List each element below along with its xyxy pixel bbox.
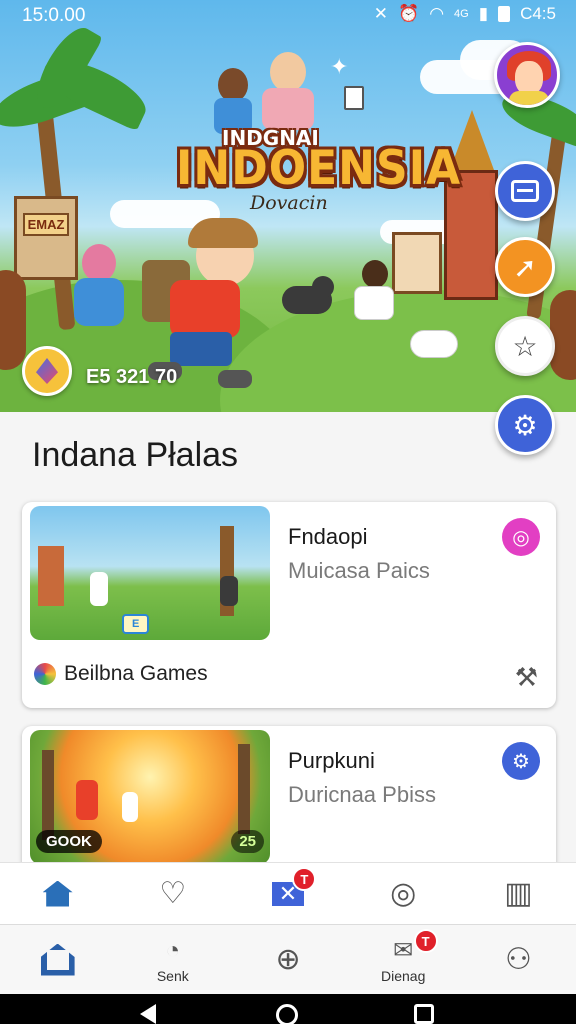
chat-icon[interactable]: ◎ xyxy=(502,518,540,556)
card-subtitle: Duricnaa Pbiss xyxy=(288,782,436,807)
plus-circle-icon: ⊕ xyxy=(275,942,301,976)
recents-icon[interactable] xyxy=(414,1004,434,1024)
character-head xyxy=(218,68,248,102)
guitar-left xyxy=(0,270,26,370)
card-subtitle: Muicasa Paics xyxy=(288,558,430,583)
mute-icon: ✕ xyxy=(373,4,389,23)
house xyxy=(392,232,442,294)
hero-count: E5 321 70 xyxy=(86,366,178,388)
star-icon: ☆ xyxy=(512,330,538,362)
publisher-name: Beilbna Games xyxy=(64,662,208,685)
alarm-icon: ⏰ xyxy=(398,4,420,23)
arrow-icon: ➚ xyxy=(513,251,537,283)
thumb-character xyxy=(122,792,138,822)
boy-shorts xyxy=(170,332,232,366)
tab-home[interactable] xyxy=(0,863,115,924)
card-title[interactable]: Fndaopi xyxy=(288,524,368,550)
back-icon[interactable] xyxy=(140,1004,156,1024)
game-card[interactable]: E Fndaopi Muicasa Paics ◎ Beilbna Games … xyxy=(22,502,556,708)
person-icon: ⚇ xyxy=(504,942,532,976)
thumb-tower xyxy=(38,546,64,606)
card-icon xyxy=(511,180,539,202)
home-button-icon[interactable] xyxy=(276,1004,298,1024)
guitar-right xyxy=(550,290,576,380)
mail-icon: ✉ xyxy=(393,937,414,964)
card-title[interactable]: Purpkuni xyxy=(288,748,375,774)
card-view-button[interactable] xyxy=(495,161,555,221)
thumb-character xyxy=(90,572,108,606)
nav-profile[interactable]: ⚇ xyxy=(461,925,576,994)
favorite-button[interactable]: ☆ xyxy=(495,316,555,376)
home-icon xyxy=(40,943,75,976)
tab-search[interactable]: ◎ xyxy=(346,863,461,924)
wifi-icon: ◠ xyxy=(429,4,445,23)
character-head xyxy=(270,52,306,92)
girl-head xyxy=(82,244,116,282)
notification-badge: T xyxy=(292,867,317,891)
search-icon: ◎ xyxy=(390,876,417,910)
hero-title: INDOENSIA xyxy=(176,140,462,197)
character-body xyxy=(262,88,314,130)
tools-icon[interactable]: ⚒ xyxy=(515,662,538,693)
thumb-character xyxy=(76,780,98,820)
status-icons: ✕ ⏰ ◠ 4G ▮ C4:5 xyxy=(374,4,556,24)
cat-icon: ◔ xyxy=(165,937,181,964)
signal-icon: ▮ xyxy=(478,4,489,23)
game-thumbnail[interactable]: GOOK 25 xyxy=(30,730,270,864)
signal-label: 4G xyxy=(454,8,469,20)
status-time: 15:0.00 xyxy=(22,5,86,26)
boy-shirt xyxy=(170,280,240,338)
battery-text: C4:5 xyxy=(520,4,556,23)
nav-label: Dienag xyxy=(381,968,426,984)
top-tab-bar: ♡ ✕ T ◎ ▥ xyxy=(0,862,576,924)
compass-badge-icon[interactable] xyxy=(22,346,72,396)
building-sign: EMAZ xyxy=(23,213,69,236)
nav-dienag[interactable]: ✉ Dienag T xyxy=(346,925,461,994)
system-navigation-bar xyxy=(0,994,576,1024)
publisher-logo xyxy=(34,663,56,685)
sheep xyxy=(410,330,458,358)
kid-head xyxy=(362,260,388,288)
thumb-palm xyxy=(238,744,250,834)
share-button[interactable]: ➚ xyxy=(495,237,555,297)
app-screen: EMAZ ✦ INDGNAI INDOENSIA Dovacin E5 321 … xyxy=(0,0,576,1024)
sparkle-icon: ✦ xyxy=(330,54,349,79)
thumb-pill: GOOK xyxy=(36,830,102,853)
nav-senk[interactable]: ◔ Senk xyxy=(115,925,230,994)
hero-banner[interactable]: EMAZ ✦ INDGNAI INDOENSIA Dovacin E5 321 … xyxy=(0,0,576,412)
boy-shoe xyxy=(218,370,252,388)
thumb-character xyxy=(220,576,238,606)
thumb-palm xyxy=(42,750,54,840)
boy-hair xyxy=(188,218,258,248)
gear-icon[interactable]: ⚙ xyxy=(502,742,540,780)
tab-library[interactable]: ▥ xyxy=(461,863,576,924)
hero-subtitle: Dovacin xyxy=(250,192,328,214)
nav-add[interactable]: ⊕ xyxy=(230,925,345,994)
nav-label: Senk xyxy=(156,968,189,984)
cup xyxy=(344,86,364,110)
dog-head xyxy=(312,276,334,298)
nav-home[interactable] xyxy=(0,925,115,994)
thumb-label: E xyxy=(122,614,150,634)
kid-shirt xyxy=(354,286,394,320)
girl-body xyxy=(74,278,124,326)
section-title: Indana Płalas xyxy=(32,436,239,474)
settings-button[interactable]: ⚙ xyxy=(495,395,555,455)
publisher-row: Beilbna Games xyxy=(34,662,208,686)
tab-messages[interactable]: ✕ T xyxy=(230,863,345,924)
game-thumbnail[interactable]: E xyxy=(30,506,270,640)
tab-favorites[interactable]: ♡ xyxy=(115,863,230,924)
bottom-tab-bar: ◔ Senk ⊕ ✉ Dienag T ⚇ xyxy=(0,924,576,994)
gear-icon: ⚙ xyxy=(512,409,538,441)
building: EMAZ xyxy=(14,196,78,280)
heart-icon: ♡ xyxy=(159,876,187,910)
columns-icon: ▥ xyxy=(504,876,533,910)
user-avatar[interactable] xyxy=(494,42,560,108)
home-icon xyxy=(42,880,73,907)
notification-badge: T xyxy=(413,929,438,953)
battery-icon xyxy=(498,6,511,22)
thumb-pill: 25 xyxy=(231,830,264,853)
status-bar: 15:0.00 ✕ ⏰ ◠ 4G ▮ C4:5 xyxy=(0,0,576,32)
game-card[interactable]: GOOK 25 Purpkuni Duricnaa Pbiss ⚙ xyxy=(22,726,556,876)
